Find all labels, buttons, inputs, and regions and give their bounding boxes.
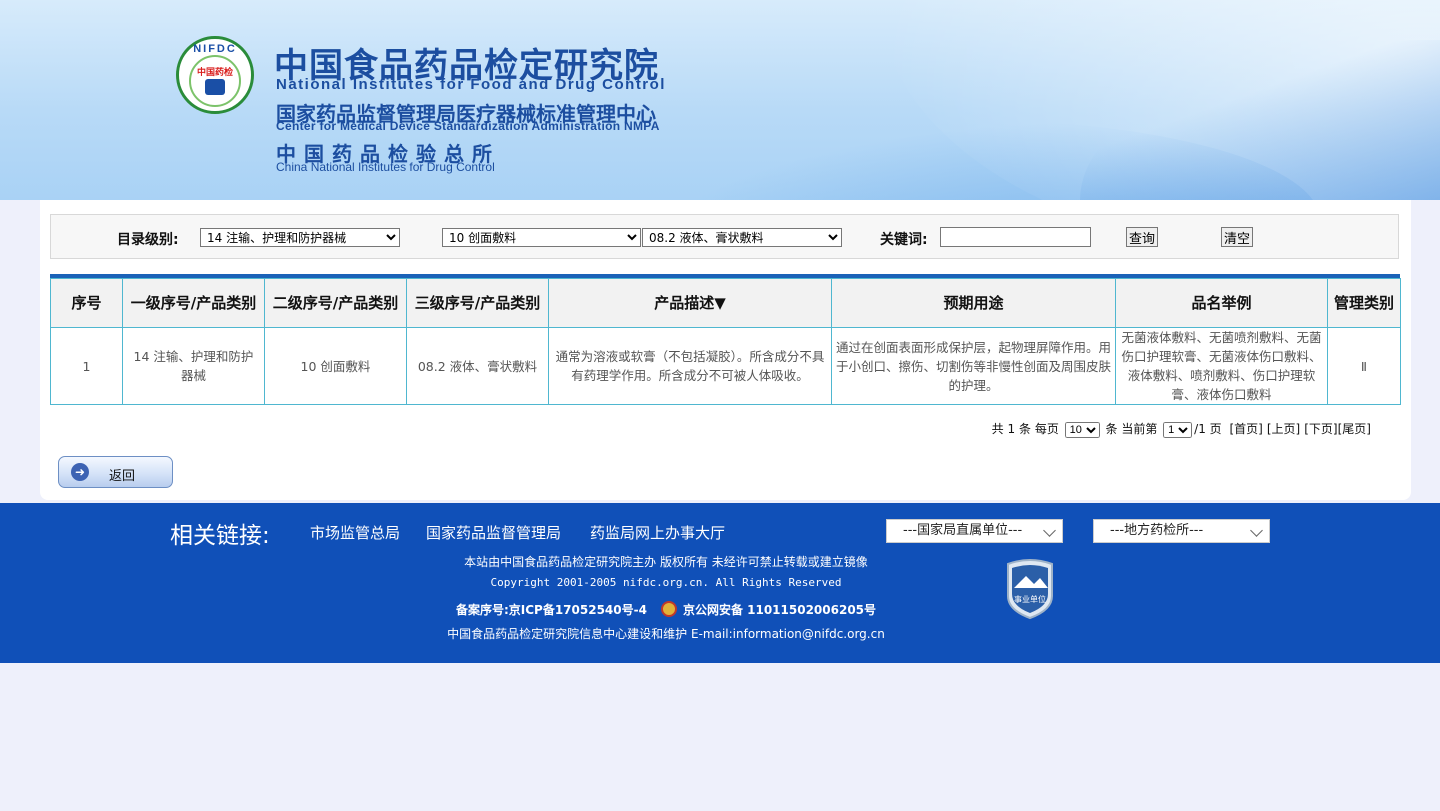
clear-button[interactable]: 清空 — [1221, 227, 1254, 247]
footer-copyright-cn: 本站由中国食品药品检定研究院主办 版权所有 未经许可禁止转载或建立镜像 — [464, 555, 868, 569]
filter-bar: 目录级别: 14 注输、护理和防护器械 10 创面敷料 08.2 液体、膏状敷料… — [50, 214, 1399, 259]
logo-scale-icon — [205, 79, 225, 95]
col-header-level1: 一级序号/产品类别 — [122, 278, 265, 328]
col-header-description[interactable]: 产品描述▼ — [548, 278, 832, 328]
first-page-link[interactable]: [首页] — [1230, 422, 1263, 436]
results-table-wrap: 序号 一级序号/产品类别 二级序号/产品类别 三级序号/产品类别 产品描述▼ 预… — [50, 274, 1401, 405]
national-units-select[interactable]: ---国家局直属单位--- — [886, 519, 1063, 543]
related-links-label: 相关链接: — [170, 523, 270, 549]
footer-maintainer: 中国食品药品检定研究院信息中心建设和维护 E-mail:information@… — [447, 627, 885, 641]
site-footer: 相关链接: 市场监管总局 国家药品监督管理局 药监局网上办事大厅 ---国家局直… — [0, 503, 1440, 663]
table-header-row: 序号 一级序号/产品类别 二级序号/产品类别 三级序号/产品类别 产品描述▼ 预… — [50, 278, 1401, 328]
logo-ring-text: NIFDC — [193, 43, 237, 55]
cell-no: 1 — [50, 327, 123, 405]
icp-number[interactable]: 备案序号:京ICP备17052540号-4 — [456, 603, 647, 617]
pager-total: 1 — [1007, 422, 1016, 436]
prev-page-link[interactable]: [上页] — [1267, 422, 1300, 436]
back-button[interactable]: ➜ 返回 — [58, 456, 173, 488]
col-header-examples: 品名举例 — [1115, 278, 1328, 328]
chevron-down-icon — [1250, 524, 1263, 537]
level2-select[interactable]: 10 创面敷料 — [442, 228, 641, 247]
chevron-down-icon — [1043, 524, 1056, 537]
col-header-usage: 预期用途 — [831, 278, 1116, 328]
police-badge-icon — [660, 601, 677, 617]
pager-total-prefix: 共 — [991, 422, 1004, 436]
cell-class: Ⅱ — [1327, 327, 1401, 405]
col-header-no: 序号 — [50, 278, 123, 328]
nifdc-logo: NIFDC 中国药检 — [176, 36, 254, 114]
site-header: NIFDC 中国药检 中国食品药品检定研究院 National Institut… — [0, 0, 1440, 200]
institute-name-en: China National Institutes for Drug Contr… — [276, 160, 495, 174]
last-page-link[interactable]: [尾页] — [1338, 422, 1371, 436]
pager-unit-2: 条 — [1105, 422, 1118, 436]
cell-description: 通常为溶液或软膏（不包括凝胶）。所含成分不具有药理学作用。所含成分不可被人体吸收… — [548, 327, 832, 405]
search-button[interactable]: 查询 — [1126, 227, 1159, 247]
back-button-label: 返回 — [109, 469, 136, 484]
cell-level2: 10 创面敷料 — [264, 327, 407, 405]
link-samr[interactable]: 市场监管总局 — [310, 522, 400, 543]
table-row: 1 14 注输、护理和防护器械 10 创面敷料 08.2 液体、膏状敷料 通常为… — [50, 327, 1401, 405]
col-header-level2: 二级序号/产品类别 — [264, 278, 407, 328]
local-institutes-select[interactable]: ---地方药检所--- — [1093, 519, 1270, 543]
pager-of-pages: /1 页 — [1194, 422, 1222, 436]
pager-current-label: 当前第 — [1121, 422, 1158, 436]
level1-select[interactable]: 14 注输、护理和防护器械 — [200, 228, 400, 247]
badge-label: 事业单位 — [1014, 594, 1046, 604]
logo-emblem: 中国药检 — [189, 55, 241, 107]
next-page-link[interactable]: [下页] — [1304, 422, 1337, 436]
per-page-select[interactable]: 10 — [1064, 422, 1100, 438]
col-header-level3: 三级序号/产品类别 — [406, 278, 549, 328]
link-online-hall[interactable]: 药监局网上办事大厅 — [590, 522, 725, 543]
police-record[interactable]: 京公网安备 11011502006205号 — [683, 603, 876, 617]
center-name-en: Center for Medical Device Standardizatio… — [276, 119, 660, 133]
catalog-level-label: 目录级别: — [117, 232, 179, 248]
col-header-class: 管理类别 — [1327, 278, 1401, 328]
national-units-select-value: ---国家局直属单位--- — [903, 523, 1023, 538]
arrow-left-circle-icon: ➜ — [71, 463, 89, 481]
pager-per-page-label: 每页 — [1034, 422, 1059, 436]
public-institution-badge-icon[interactable]: 事业单位 — [1004, 558, 1056, 620]
footer-copyright-en: Copyright 2001-2005 nifdc.org.cn. All Ri… — [490, 576, 842, 589]
link-nmpa[interactable]: 国家药品监督管理局 — [426, 522, 561, 543]
local-institutes-select-value: ---地方药检所--- — [1110, 523, 1204, 538]
footer-registration: 备案序号:京ICP备17052540号-4 京公网安备 1101150200620… — [0, 601, 1332, 618]
main-panel: 目录级别: 14 注输、护理和防护器械 10 创面敷料 08.2 液体、膏状敷料… — [40, 200, 1411, 500]
pager-unit: 条 — [1018, 422, 1031, 436]
cell-usage: 通过在创面表面形成保护层，起物理屏障作用。用于小创口、擦伤、切割伤等非慢性创面及… — [831, 327, 1116, 405]
cell-examples: 无菌液体敷料、无菌喷剂敷料、无菌伤口护理软膏、无菌液体伤口敷料、液体敷料、喷剂敷… — [1115, 327, 1328, 405]
cell-level3: 08.2 液体、膏状敷料 — [406, 327, 549, 405]
page-select[interactable]: 1 — [1163, 422, 1193, 438]
keyword-label: 关键词: — [880, 232, 928, 248]
logo-red-text: 中国药检 — [196, 68, 233, 78]
site-title-en: National Institutes for Food and Drug Co… — [276, 76, 666, 93]
results-table: 序号 一级序号/产品类别 二级序号/产品类别 三级序号/产品类别 产品描述▼ 预… — [50, 278, 1401, 405]
pagination: 共 1 条 每页 10 条 当前第 1/1 页 [首页] [上页] [下页][尾页] — [992, 420, 1371, 438]
cell-level1: 14 注输、护理和防护器械 — [122, 327, 265, 405]
keyword-input[interactable] — [940, 227, 1091, 247]
level3-select[interactable]: 08.2 液体、膏状敷料 — [642, 228, 842, 247]
